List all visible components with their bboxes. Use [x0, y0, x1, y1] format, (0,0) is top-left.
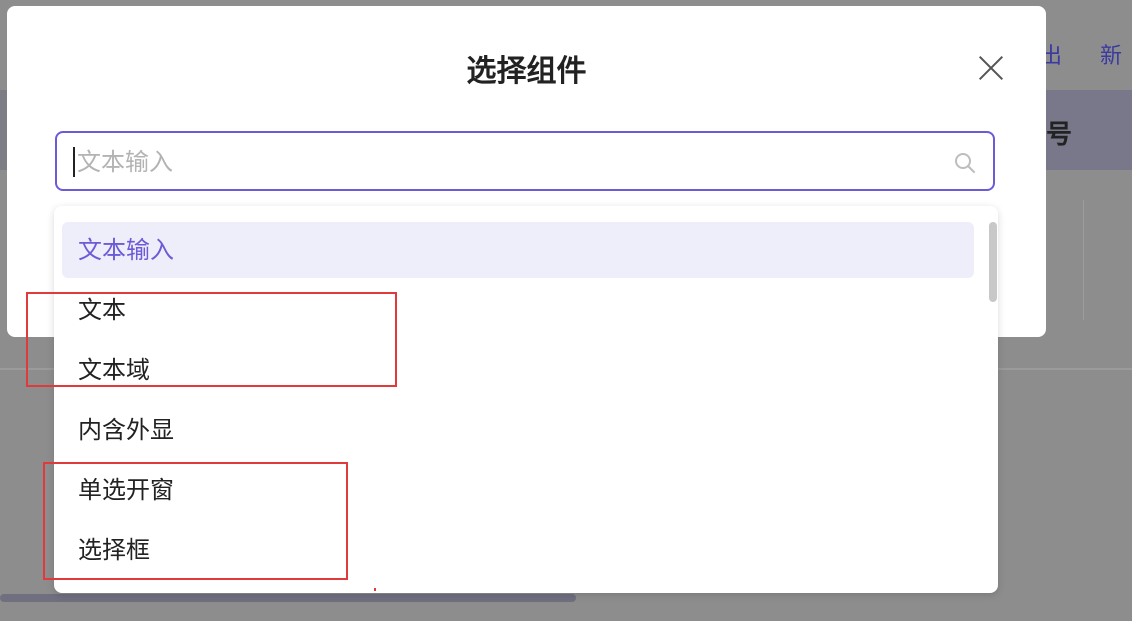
dropdown-scrollbar[interactable]	[989, 222, 997, 302]
annotation-box	[26, 292, 397, 387]
background-divider	[1083, 200, 1084, 320]
annotation-box	[43, 462, 348, 580]
background-scrollbar	[0, 594, 576, 602]
modal-title: 选择组件	[466, 54, 587, 89]
background-column-title: 号	[1046, 120, 1073, 150]
background-link-new: 新	[1100, 44, 1123, 69]
dropdown-item-text-input[interactable]: 文本输入	[62, 222, 974, 278]
search-box[interactable]	[55, 131, 995, 191]
close-icon[interactable]	[973, 50, 1009, 86]
annotation-mark	[374, 588, 376, 591]
search-icon[interactable]	[953, 151, 977, 175]
search-input[interactable]	[75, 133, 939, 191]
dropdown-item-inner-display[interactable]: 内含外显	[62, 402, 974, 458]
